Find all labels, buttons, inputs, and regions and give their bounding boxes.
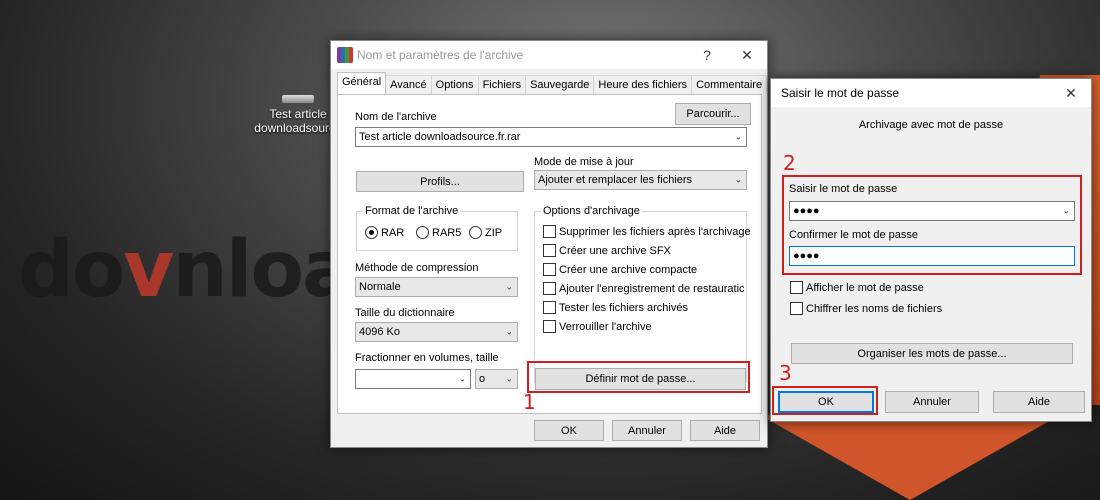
update-mode-value: Ajouter et remplacer les fichiers — [538, 174, 693, 186]
checkbox-icon — [543, 263, 556, 276]
option-solid[interactable]: Créer une archive compacte — [543, 263, 697, 276]
option-lock[interactable]: Verrouiller l'archive — [543, 320, 652, 333]
option-recovery[interactable]: Ajouter l'enregistrement de restauratic — [543, 282, 745, 295]
checkbox-icon — [543, 282, 556, 295]
radio-zip[interactable]: ZIP — [469, 226, 502, 239]
checkbox-icon — [790, 281, 803, 294]
step2-number: 2 — [783, 151, 796, 175]
update-mode-label: Mode de mise à jour — [534, 156, 634, 168]
tab-backup[interactable]: Sauvegarde — [525, 75, 595, 94]
archive-format-title: Format de l'archive — [363, 205, 461, 217]
cancel-button[interactable]: Annuler — [612, 420, 682, 441]
chevron-down-icon: ⌄ — [505, 281, 513, 292]
archiving-options-group: Options d'archivage Supprimer les fichie… — [534, 205, 751, 383]
chevron-down-icon: ⌄ — [505, 326, 513, 337]
compression-label: Méthode de compression — [355, 262, 479, 274]
password-window-titlebar: Saisir le mot de passe ✕ — [771, 79, 1091, 107]
show-password-checkbox[interactable]: Afficher le mot de passe — [790, 281, 924, 294]
archive-format-group: Format de l'archive RAR RAR5 ZIP — [356, 205, 518, 251]
split-unit-select[interactable]: o ⌄ — [475, 369, 518, 389]
option-test[interactable]: Tester les fichiers archivés — [543, 301, 688, 314]
archive-file-icon — [282, 95, 314, 103]
tab-time[interactable]: Heure des fichiers — [593, 75, 693, 94]
password-cancel-button[interactable]: Annuler — [885, 391, 979, 413]
help-title-button[interactable]: ? — [687, 47, 727, 63]
dictionary-select[interactable]: 4096 Ko ⌄ — [355, 322, 518, 342]
archive-name-combo[interactable]: Test article downloadsource.fr.rar ⌄ — [355, 127, 747, 147]
tab-options[interactable]: Options — [430, 75, 479, 94]
split-size-combo[interactable]: ⌄ — [355, 369, 471, 389]
tab-files[interactable]: Fichiers — [477, 75, 527, 94]
highlight-step2 — [782, 175, 1082, 275]
checkbox-icon — [543, 320, 556, 333]
archive-name-value: Test article downloadsource.fr.rar — [359, 131, 521, 143]
tab-bar: Général Avancé Options Fichiers Sauvegar… — [337, 72, 768, 94]
step3-number: 3 — [779, 361, 792, 385]
ok-button[interactable]: OK — [534, 420, 604, 441]
chevron-down-icon: ⌄ — [458, 373, 466, 384]
checkbox-icon — [543, 225, 556, 238]
archive-window-title: Nom et paramètres de l'archive — [357, 48, 524, 62]
password-subtitle: Archivage avec mot de passe — [858, 119, 1004, 131]
compression-select[interactable]: Normale ⌄ — [355, 277, 518, 297]
close-icon[interactable]: ✕ — [727, 47, 767, 64]
background-logo: dovnloa — [18, 225, 355, 315]
radio-icon — [469, 226, 482, 239]
archive-window-titlebar: Nom et paramètres de l'archive ? ✕ — [331, 41, 767, 69]
winrar-icon — [337, 47, 353, 63]
organize-passwords-button[interactable]: Organiser les mots de passe... — [791, 343, 1073, 364]
update-mode-select[interactable]: Ajouter et remplacer les fichiers ⌄ — [534, 170, 747, 190]
archive-name-label: Nom de l'archive — [355, 111, 437, 123]
tab-advanced[interactable]: Avancé — [385, 75, 432, 94]
compression-value: Normale — [359, 281, 401, 293]
password-help-button[interactable]: Aide — [993, 391, 1085, 413]
dictionary-value: 4096 Ko — [359, 326, 400, 338]
radio-selected-icon — [365, 226, 378, 239]
chevron-down-icon: ⌄ — [505, 373, 513, 384]
background-orange-triangle — [760, 415, 1060, 500]
highlight-step3 — [772, 386, 878, 415]
radio-icon — [416, 226, 429, 239]
password-window-title: Saisir le mot de passe — [781, 86, 900, 100]
radio-rar5[interactable]: RAR5 — [416, 226, 461, 239]
profiles-button[interactable]: Profils... — [356, 171, 524, 192]
checkbox-icon — [790, 302, 803, 315]
option-delete-after[interactable]: Supprimer les fichiers après l'archivage — [543, 225, 751, 238]
browse-button[interactable]: Parcourir... — [675, 103, 751, 125]
split-unit-value: o — [479, 373, 486, 385]
chevron-down-icon: ⌄ — [734, 174, 742, 185]
chevron-down-icon: ⌄ — [734, 131, 742, 142]
checkbox-icon — [543, 244, 556, 257]
tab-comment[interactable]: Commentaire — [691, 75, 768, 94]
checkbox-icon — [543, 301, 556, 314]
step1-number: 1 — [523, 390, 536, 414]
option-sfx[interactable]: Créer une archive SFX — [543, 244, 671, 257]
encrypt-filenames-checkbox[interactable]: Chiffrer les noms de fichiers — [790, 302, 942, 315]
tab-general[interactable]: Général — [337, 72, 387, 94]
radio-rar[interactable]: RAR — [365, 226, 404, 239]
archiving-options-title: Options d'archivage — [541, 205, 642, 217]
help-button[interactable]: Aide — [690, 420, 760, 441]
highlight-step1 — [527, 361, 750, 393]
dictionary-label: Taille du dictionnaire — [355, 307, 455, 319]
close-icon[interactable]: ✕ — [1051, 85, 1091, 102]
split-label: Fractionner en volumes, taille — [355, 352, 499, 364]
